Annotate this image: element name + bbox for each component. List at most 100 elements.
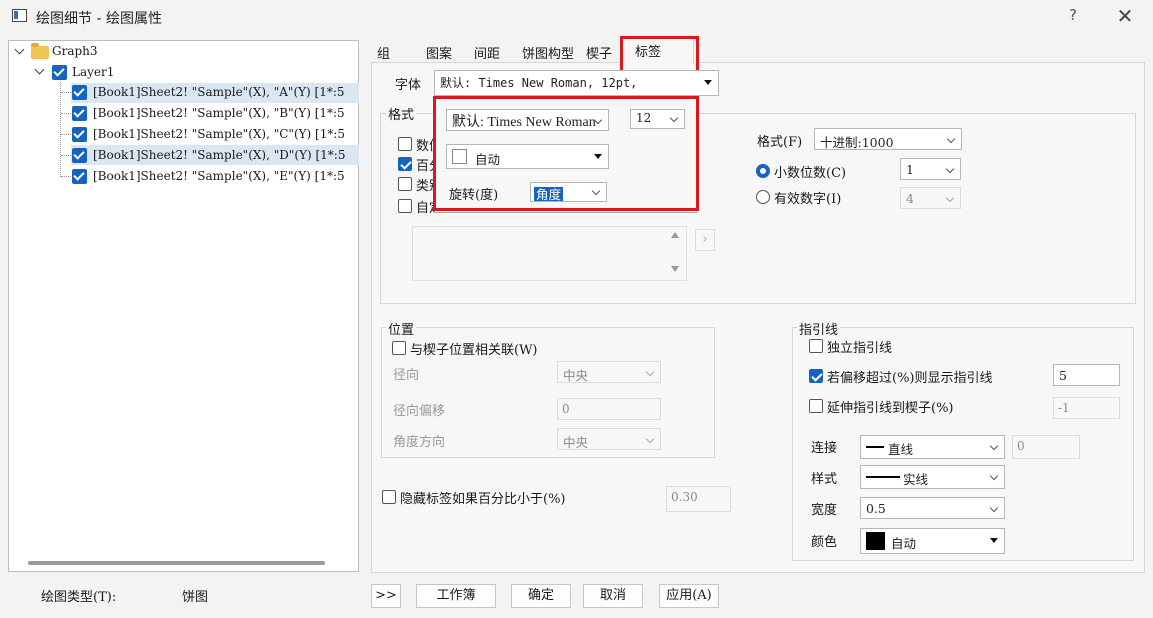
extend-leader-label: 延伸指引线到楔子(%) [827,401,954,416]
scroll-down-icon[interactable] [671,266,679,272]
expand-button[interactable]: >> [371,584,401,608]
horizontal-scrollbar[interactable] [28,561,325,565]
value-checkbox[interactable] [398,137,412,151]
angle-direction-label: 角度方向 [393,435,446,450]
decimal-places-radio[interactable] [756,164,770,178]
category-checkbox[interactable] [398,177,412,191]
radial-offset-label: 径向偏移 [393,404,446,419]
number-format-value: 十进制:1000 [820,135,894,150]
chevron-down-icon [946,134,956,144]
decimal-places-label: 小数位数(C) [774,166,847,181]
show-leader-label: 若偏移超过(%)则显示指引线 [827,371,993,386]
percent-checkbox[interactable] [398,157,412,171]
style-value: 实线 [903,472,929,487]
workbook-button[interactable]: 工作簿 [416,584,496,608]
color-swatch [866,532,885,550]
color-dropdown[interactable]: 自动 [860,528,1005,554]
tree-connector [61,176,71,177]
plot-checkbox-d[interactable] [72,148,87,163]
number-format-label: 格式(F) [757,135,803,150]
extend-leader-input[interactable]: -1 [1053,397,1120,419]
tree-layer[interactable]: Layer1 [72,65,114,79]
title-bar: 绘图细节 - 绘图属性 ? ✕ [0,0,1153,34]
plot-checkbox-e[interactable] [72,169,87,184]
number-format-dropdown[interactable]: 十进制:1000 [814,128,962,150]
width-dropdown[interactable]: 0.5 [860,497,1005,519]
significant-digits-value: 4 [906,191,914,206]
chevron-down-icon [945,164,955,174]
leader-title: 指引线 [797,319,841,338]
style-label: 样式 [811,472,838,487]
chevron-down-icon [945,193,955,203]
independent-leader-label: 独立指引线 [827,341,893,356]
plot-checkbox-a[interactable] [72,85,87,100]
color-value: 自动 [891,536,917,551]
angle-direction-dropdown[interactable]: 中央 [557,428,661,450]
width-label: 宽度 [811,503,838,518]
close-button[interactable]: ✕ [1113,5,1137,29]
help-button[interactable]: ? [1062,6,1084,28]
chevron-right-icon[interactable]: › [695,229,715,251]
line-sample-icon [866,446,884,448]
show-leader-threshold-input[interactable]: 5 [1053,364,1120,386]
dropdown-arrow-icon [990,538,998,543]
style-dropdown[interactable]: 实线 [860,465,1005,489]
tab-pattern[interactable]: 图案 [426,43,452,62]
connect-dropdown[interactable]: 直线 [860,435,1005,459]
hide-label-checkbox[interactable] [382,490,396,504]
show-leader-checkbox[interactable] [809,369,823,383]
tree-item-b[interactable]: [Book1]Sheet2! "Sample"(X), "B"(Y) [1*:5 [93,106,345,120]
extend-leader-checkbox[interactable] [809,399,823,413]
decimal-places-value: 1 [906,162,914,177]
radial-value: 中央 [563,368,589,383]
tree-item-d[interactable]: [Book1]Sheet2! "Sample"(X), "D"(Y) [1*:5 [93,148,346,162]
format-title: 格式 [386,104,417,123]
hide-label-text: 隐藏标签如果百分比小于(%) [400,492,566,507]
connect-value: 直线 [888,442,914,457]
plot-checkbox-b[interactable] [72,106,87,121]
radial-dropdown[interactable]: 中央 [557,361,661,383]
significant-digits-dropdown[interactable]: 4 [900,187,961,209]
cancel-button[interactable]: 取消 [583,584,643,608]
ok-button[interactable]: 确定 [511,584,571,608]
decimal-places-dropdown[interactable]: 1 [900,158,961,180]
chevron-down-icon [645,434,655,444]
link-wedge-label: 与楔子位置相关联(W) [410,343,538,358]
tab-wedge[interactable]: 楔子 [586,43,612,62]
chevron-down-icon [989,503,999,513]
independent-leader-checkbox[interactable] [809,339,823,353]
width-value: 0.5 [866,501,886,516]
line-sample-icon [866,476,900,478]
custom-format-box[interactable] [412,226,687,281]
radial-offset-input[interactable]: 0 [557,398,661,420]
tab-group[interactable]: 组 [377,43,390,62]
color-label: 颜色 [811,535,838,550]
font-dropdown-value: 默认: Times New Roman, 12pt, [440,76,638,90]
tree-item-c[interactable]: [Book1]Sheet2! "Sample"(X), "C"(Y) [1*:5 [93,127,345,141]
link-wedge-checkbox[interactable] [392,341,406,355]
chevron-down-icon [645,367,655,377]
font-label: 字体 [395,78,422,93]
layer-checkbox[interactable] [52,65,67,80]
tab-spacing[interactable]: 间距 [474,43,500,62]
significant-digits-radio[interactable] [756,190,770,204]
chevron-down-icon [989,441,999,451]
plot-checkbox-c[interactable] [72,127,87,142]
tab-pie-geometry[interactable]: 饼图构型 [522,43,574,62]
highlight-box [433,96,699,211]
folder-icon [31,43,49,59]
window-title: 绘图细节 - 绘图属性 [36,11,162,27]
plot-type-value: 饼图 [182,590,209,605]
position-title: 位置 [386,319,417,338]
font-dropdown[interactable]: 默认: Times New Roman, 12pt, [434,70,719,96]
tree-connector [60,82,61,177]
custom-checkbox[interactable] [398,199,412,213]
apply-button[interactable]: 应用(A) [659,584,719,608]
tree-root-graph[interactable]: Graph3 [52,44,98,58]
tree-item-e[interactable]: [Book1]Sheet2! "Sample"(X), "E"(Y) [1*:5 [93,169,345,183]
tree-item-a[interactable]: [Book1]Sheet2! "Sample"(X), "A"(Y) [1*:5 [93,85,345,99]
significant-digits-label: 有效数字(I) [774,192,842,207]
hide-label-threshold-input[interactable]: 0.30 [666,486,731,512]
connect-number-input[interactable]: 0 [1012,435,1080,459]
scroll-up-icon[interactable] [671,232,679,238]
